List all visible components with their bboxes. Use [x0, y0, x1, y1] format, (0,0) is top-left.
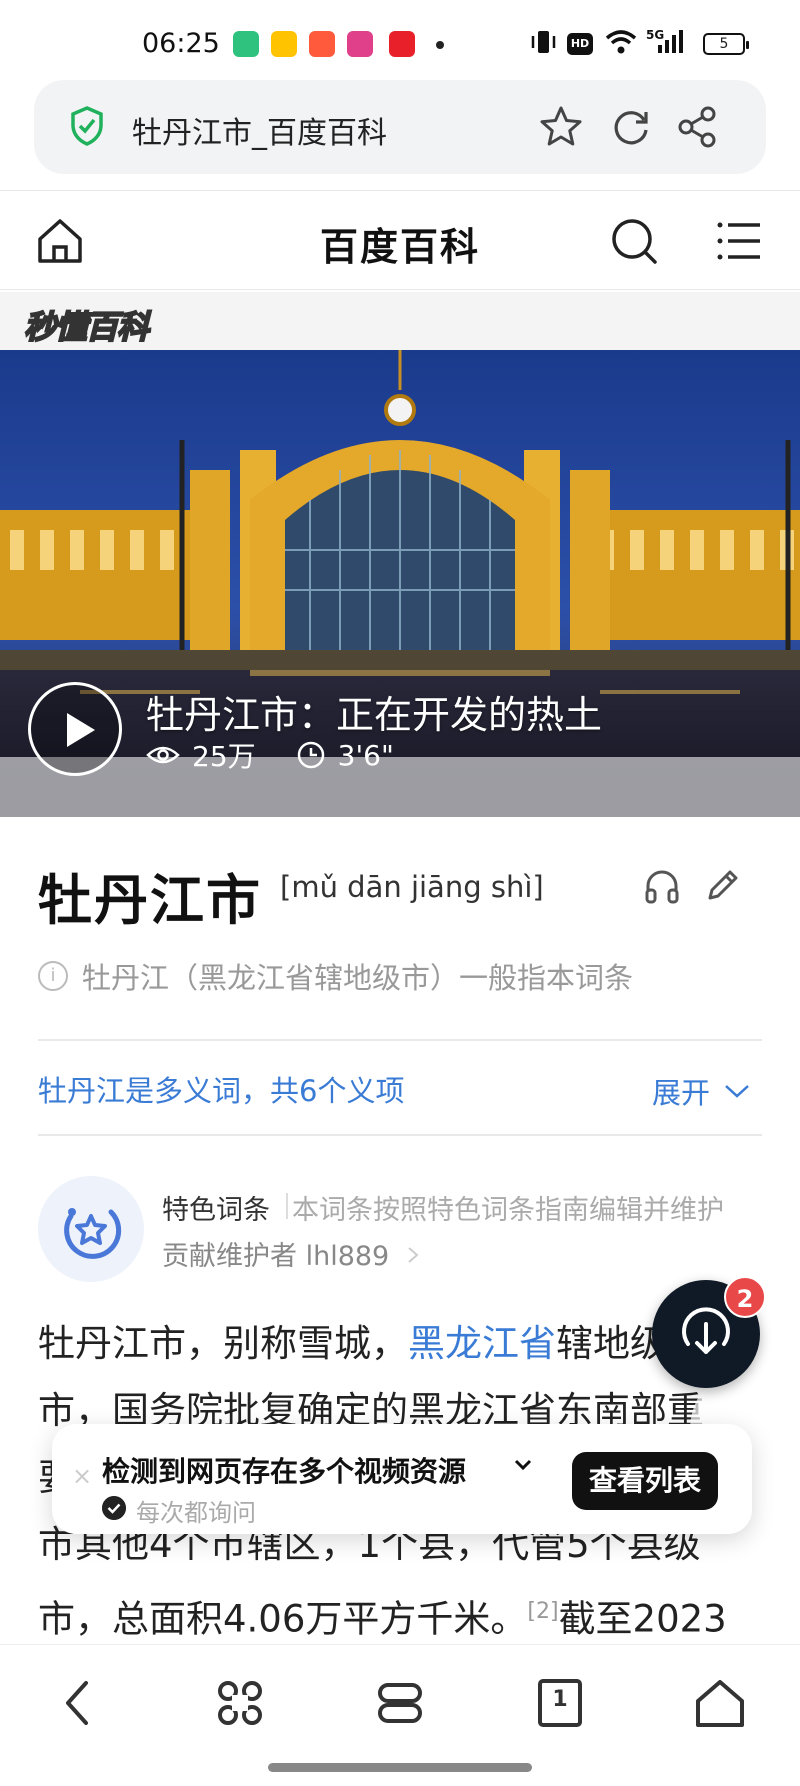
app-notification-icon [389, 31, 415, 57]
info-icon: i [38, 961, 68, 991]
edit-pencil-icon[interactable] [702, 866, 742, 906]
shield-check-icon [71, 106, 103, 146]
reference-mark[interactable]: [2] [527, 1599, 558, 1624]
feature-description: 本词条按照特色词条指南编辑并维护 [292, 1195, 724, 1226]
eye-icon [146, 746, 180, 764]
tab-count: 1 [552, 1687, 568, 1712]
video-info-overlay [0, 757, 800, 817]
check-circle-icon[interactable] [102, 1496, 126, 1520]
menu-icon[interactable] [714, 215, 766, 267]
app-notification-icon [233, 31, 259, 57]
page-title[interactable]: 牡丹江市_百度百科 [132, 108, 387, 152]
back-icon[interactable] [50, 1673, 110, 1733]
body-text: 截至2023 [558, 1597, 727, 1641]
baike-title: 百度百科 [319, 225, 480, 269]
brand-strip: 秒懂百科 [0, 292, 800, 350]
video-thumbnail [0, 350, 800, 817]
divider [38, 1134, 762, 1136]
body-text: 牡丹江市，别称雪城， [38, 1322, 408, 1365]
feature-badge [38, 1176, 144, 1282]
play-button[interactable] [28, 682, 122, 776]
app-notification-icon [309, 31, 335, 57]
view-count: 25万 [192, 740, 256, 773]
hd-icon: HD [567, 33, 593, 55]
search-icon[interactable] [608, 215, 660, 267]
more-notifications-dot [436, 41, 444, 49]
refresh-icon[interactable] [608, 104, 654, 150]
maintainer-text: 贡献维护者 lhl889 [162, 1241, 390, 1272]
disambiguation-text: 牡丹江（黑龙江省辖地级市）一般指本词条 [82, 961, 634, 995]
body-text: 辖地级 [556, 1322, 667, 1365]
tabs-stack-icon[interactable] [370, 1673, 430, 1733]
entry-pinyin: [mǔ dān jiāng shì] [280, 870, 544, 904]
features-icon[interactable] [210, 1673, 270, 1733]
divider [38, 1039, 762, 1041]
battery-indicator: 5 [703, 33, 749, 55]
video-resource-popup: × 检测到网页存在多个视频资源 每次都询问 查看列表 [52, 1424, 752, 1534]
ask-every-time-option[interactable]: 每次都询问 [136, 1493, 256, 1528]
video-duration: 3'6" [337, 738, 394, 772]
entry-title: 牡丹江市 [38, 869, 262, 932]
download-count-badge: 2 [724, 1276, 766, 1318]
app-notification-icon [347, 31, 373, 57]
tab-count-button[interactable]: 1 [530, 1673, 590, 1733]
expand-label: 展开 [652, 1076, 711, 1110]
body-text: 市，总面积4.06万平方千米。 [38, 1597, 528, 1641]
expand-button[interactable]: 展开 [652, 1070, 750, 1112]
video-banner[interactable]: 秒懂百科 牡丹江市：正在开发的热土 25万 3'6" [0, 292, 800, 817]
headphones-icon[interactable] [642, 866, 682, 906]
chevron-down-icon [725, 1085, 749, 1098]
address-bar[interactable]: 牡丹江市_百度百科 [34, 80, 766, 174]
home-indicator[interactable] [268, 1763, 532, 1772]
vibrate-icon [531, 31, 556, 53]
share-icon[interactable] [674, 104, 720, 150]
polysemy-link[interactable]: 牡丹江是多义词，共6个义项 [38, 1068, 404, 1110]
home-icon[interactable] [690, 1673, 750, 1733]
heilongjiang-link[interactable]: 黑龙江省 [408, 1322, 556, 1365]
chevron-down-icon[interactable] [514, 1458, 532, 1472]
feature-label: 特色词条 [162, 1195, 270, 1226]
bottom-navigation: 1 [0, 1644, 800, 1786]
signal-icon: 5G [646, 28, 683, 53]
baike-header: 百度百科 [0, 190, 800, 290]
meituan-notification-icon [271, 31, 297, 57]
view-list-button[interactable]: 查看列表 [572, 1452, 718, 1510]
wifi-icon [605, 30, 637, 54]
maintainer-link[interactable]: 贡献维护者 lhl889 [162, 1234, 420, 1273]
network-type-label: 5G [646, 28, 664, 42]
video-title: 牡丹江市：正在开发的热土 [146, 693, 603, 737]
disambiguation-note: i 牡丹江（黑龙江省辖地级市）一般指本词条 [38, 955, 633, 997]
clock-icon [297, 741, 324, 769]
popup-title[interactable]: 检测到网页存在多个视频资源 [102, 1450, 466, 1490]
status-time: 06:25 [142, 28, 220, 59]
body-line: 市，总面积4.06万平方千米。[2]截至2023 [38, 1578, 764, 1652]
status-bar: 06:25 HD 5G 5 [0, 0, 800, 80]
chevron-right-icon [408, 1247, 419, 1263]
separator [286, 1193, 288, 1219]
brand-logo: 秒懂百科 [23, 307, 150, 347]
close-icon[interactable]: × [72, 1462, 92, 1490]
star-icon[interactable] [538, 104, 584, 150]
video-meta: 25万 3'6" [146, 735, 394, 775]
featured-star-icon [64, 1208, 122, 1259]
